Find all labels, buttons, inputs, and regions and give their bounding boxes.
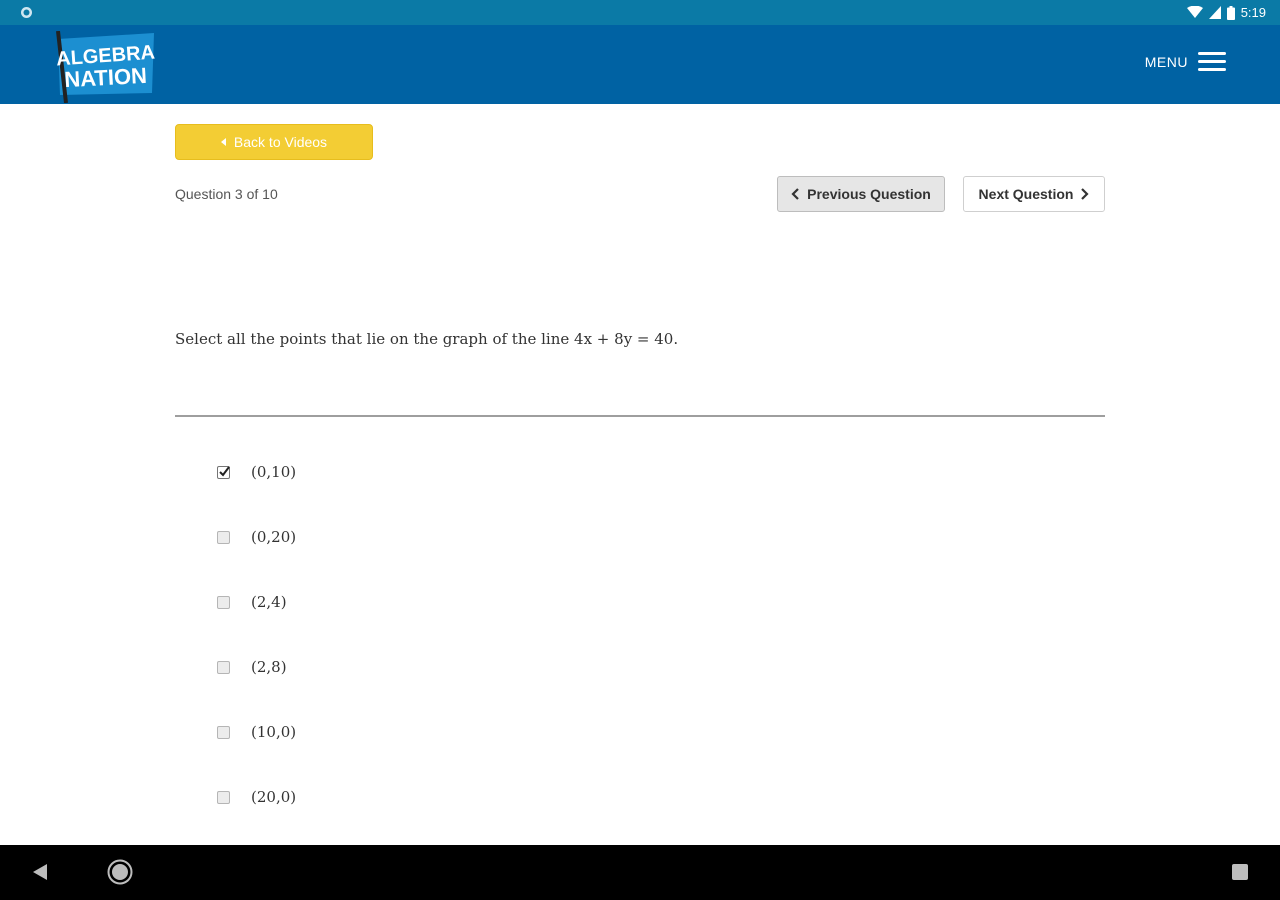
option-checkbox[interactable] [217,465,230,479]
answer-option[interactable]: (0,10) [215,457,515,487]
previous-question-label: Previous Question [807,186,931,202]
answer-option[interactable]: (0,20) [215,522,515,552]
recents-icon[interactable] [1231,863,1249,881]
option-label: (10,0) [251,723,297,741]
question-counter: Question 3 of 10 [175,186,278,202]
wifi-icon [1186,6,1203,18]
option-label: (0,10) [251,463,297,481]
chevron-right-icon [1081,188,1090,200]
answer-option[interactable]: (2,8) [215,652,515,682]
question-prompt: Select all the points that lie on the gr… [175,330,679,348]
algebra-nation-logo[interactable]: ALGEBRA NATION [54,31,158,103]
menu-button[interactable]: MENU [1145,49,1226,75]
next-question-label: Next Question [978,186,1074,202]
caret-left-icon [220,138,226,146]
option-checkbox[interactable] [217,660,230,674]
chevron-left-icon [791,188,799,200]
status-icons: 5:19 [1186,4,1266,21]
app-notification-icon [21,7,32,18]
next-question-button[interactable]: Next Question [963,176,1105,212]
checkmark-icon [219,465,230,477]
option-label: (2,4) [251,593,287,611]
answer-option[interactable]: (20,0) [215,782,515,812]
option-checkbox[interactable] [217,725,230,739]
option-checkbox[interactable] [217,790,230,804]
answer-option[interactable]: (10,0) [215,717,515,747]
previous-question-button[interactable]: Previous Question [777,176,945,212]
system-nav-bar [0,845,1280,900]
signal-icon [1208,6,1221,19]
option-label: (2,8) [251,658,287,676]
back-to-videos-label: Back to Videos [233,134,328,150]
back-icon[interactable] [30,862,50,882]
option-label: (20,0) [251,788,297,806]
answer-option[interactable]: (2,4) [215,587,515,617]
battery-icon [1226,5,1235,20]
status-bar: 5:19 [0,0,1280,25]
option-checkbox[interactable] [217,595,230,609]
hamburger-menu-icon [1198,51,1226,73]
divider [175,415,1105,417]
option-checkbox[interactable] [217,530,230,544]
option-label: (0,20) [251,528,297,546]
menu-label: MENU [1144,54,1188,70]
app-header [0,25,1280,104]
home-icon[interactable] [107,859,133,885]
back-to-videos-button[interactable]: Back to Videos [175,124,373,160]
logo-text-line2: NATION [64,63,148,92]
status-time: 5:19 [1240,5,1266,20]
